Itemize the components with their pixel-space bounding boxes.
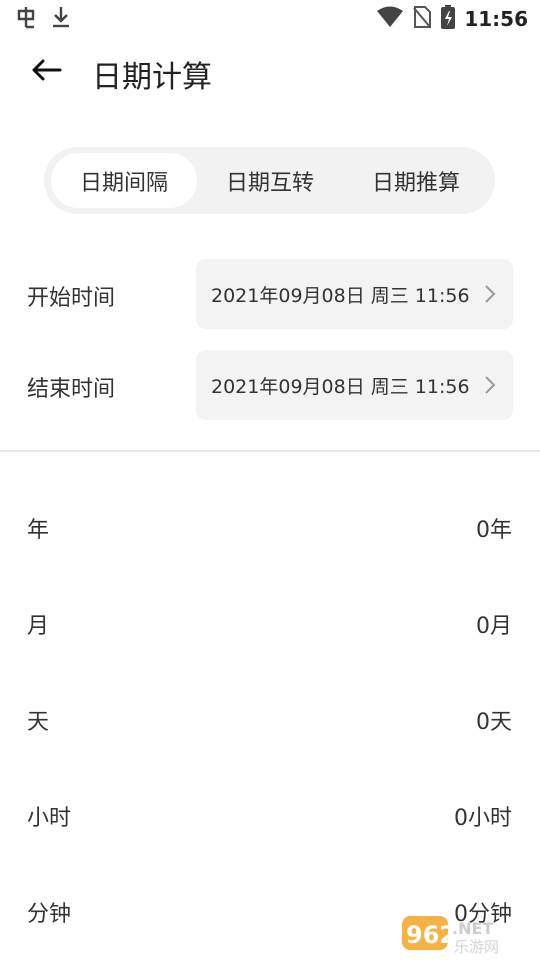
result-label-year: 年	[27, 518, 50, 543]
no-sim-icon	[412, 5, 432, 33]
tab-bar: 日期间隔 日期互转 日期推算	[44, 147, 495, 214]
start-time-picker[interactable]: 2021年09月08日 周三 11:56	[196, 259, 513, 329]
chevron-right-icon	[483, 374, 497, 396]
back-button[interactable]	[26, 54, 66, 90]
status-left-icons	[14, 4, 72, 34]
result-value-year: 0年	[476, 518, 512, 543]
result-label-day: 天	[27, 710, 50, 735]
start-time-label: 开始时间	[27, 286, 116, 311]
arrow-left-icon	[30, 58, 62, 86]
result-label-month: 月	[27, 614, 50, 639]
page-title: 日期计算	[92, 60, 212, 95]
start-time-value: 2021年09月08日 周三 11:56	[211, 285, 470, 307]
app-bar: 日期计算	[0, 40, 540, 104]
status-right-icons: 11:56	[376, 4, 528, 34]
result-value-month: 0月	[476, 614, 512, 639]
wifi-icon	[376, 6, 404, 32]
result-label-hour: 小时	[27, 806, 72, 831]
battery-charging-icon	[440, 4, 456, 34]
end-time-value: 2021年09月08日 周三 11:56	[211, 376, 470, 398]
status-time: 11:56	[464, 7, 528, 31]
end-time-picker[interactable]: 2021年09月08日 周三 11:56	[196, 350, 513, 420]
result-label-minute: 分钟	[27, 902, 72, 927]
svg-text:962: 962	[406, 921, 456, 949]
tab-date-interval[interactable]: 日期间隔	[51, 153, 197, 208]
tab-date-calculate[interactable]: 日期推算	[343, 153, 489, 208]
result-value-day: 0天	[476, 710, 512, 735]
svg-text:.NET: .NET	[452, 919, 493, 938]
download-icon	[50, 4, 72, 34]
result-value-hour: 0小时	[454, 806, 512, 831]
bug-icon	[14, 4, 40, 34]
end-time-label: 结束时间	[27, 377, 116, 402]
tab-date-convert[interactable]: 日期互转	[197, 153, 343, 208]
watermark-logo: 962 .NET 乐游网	[400, 912, 532, 956]
status-bar: 11:56	[0, 0, 540, 36]
svg-text:乐游网: 乐游网	[454, 938, 499, 956]
chevron-right-icon	[483, 283, 497, 305]
divider	[0, 450, 540, 452]
